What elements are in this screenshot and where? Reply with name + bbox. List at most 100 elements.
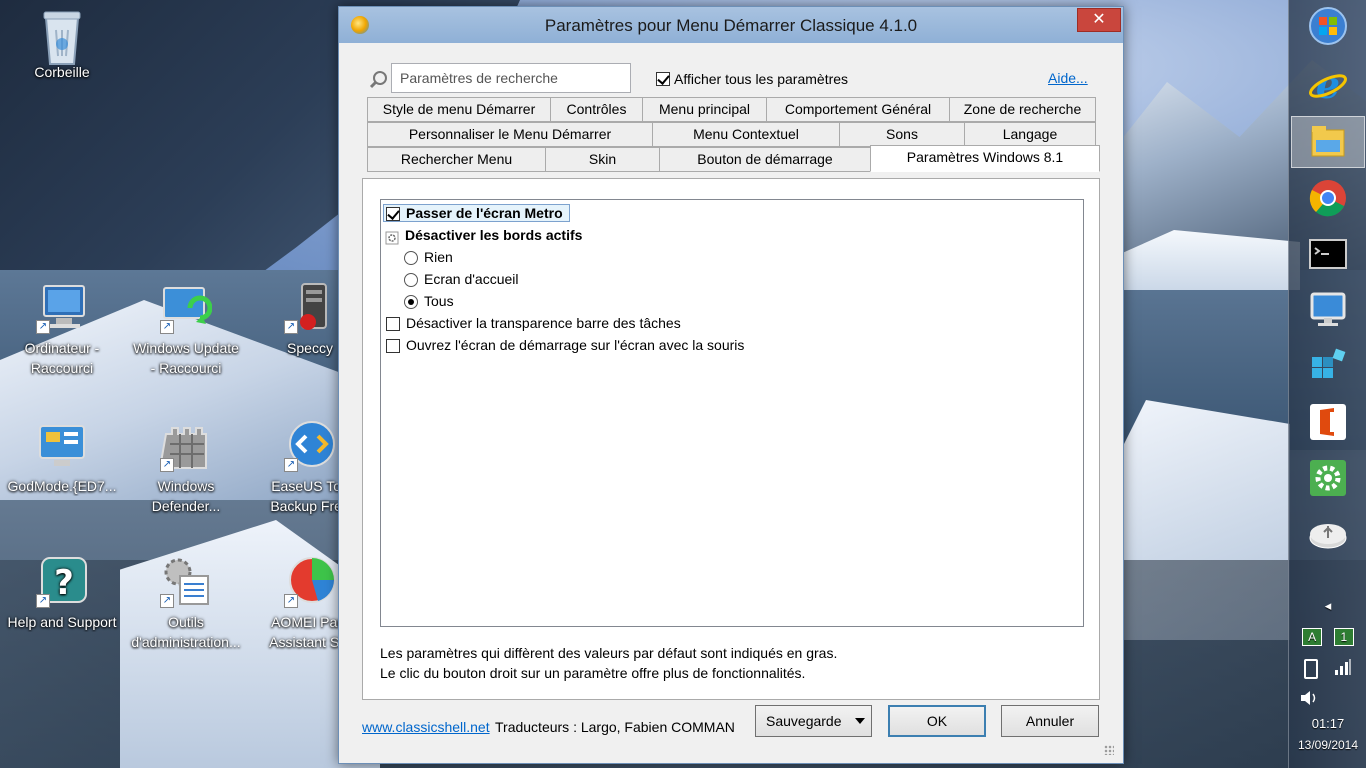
desktop-icon-godmode[interactable]: GodMode.{ED7... [0,420,124,496]
desktop-icon-windows-update[interactable]: ↗ Windows Update - Raccourci [124,282,248,378]
desktop-icon-label: GodMode.{ED7... [7,478,117,494]
internet-explorer-icon[interactable]: e [1308,62,1348,107]
search-input[interactable]: Paramètres de recherche [391,63,631,93]
volume-icon[interactable] [1289,688,1366,710]
tab-controls[interactable]: Contrôles [550,97,643,122]
setting-skip-metro[interactable]: Passer de l'écran Metro [383,202,570,224]
option-start-screen[interactable]: Ecran d'accueil [404,268,519,290]
option-label: Ecran d'accueil [424,271,519,287]
desktop-icon-label: d'administration... [131,634,241,650]
option-label: Rien [424,249,453,265]
radio-button-selected[interactable] [404,295,418,310]
help-link[interactable]: Aide... [1048,70,1088,86]
radio-button[interactable] [404,251,418,266]
desktop-icon-label: Windows [157,478,215,494]
tab-windows-81-settings[interactable]: Paramètres Windows 8.1 [870,145,1100,172]
signal-icon[interactable] [1334,658,1352,679]
cancel-button[interactable]: Annuler [1001,705,1099,737]
windows-update-icon: ↗ [160,282,213,334]
office-icon[interactable] [1308,402,1348,442]
settings-gear-icon[interactable] [1308,458,1348,498]
option-all[interactable]: Tous [404,290,454,312]
chrome-icon[interactable] [1308,178,1348,218]
tab-general-behavior[interactable]: Comportement Général [766,97,950,122]
clock-time[interactable]: 01:17 [1289,716,1366,731]
shortcut-arrow-icon: ↗ [160,320,174,334]
tab-skin[interactable]: Skin [545,147,660,172]
chevron-down-icon [855,718,865,724]
tab-search-box[interactable]: Zone de recherche [949,97,1096,122]
desktop-icon-admin-tools[interactable]: ↗ Outils d'administration... [124,556,248,652]
translators-credit: Traducteurs : Largo, Fabien COMMAN [495,719,735,735]
battery-icon[interactable] [1304,658,1319,679]
usb-device-icon[interactable] [1308,514,1348,554]
desktop-icon-label: Ordinateur - [24,340,100,356]
setting-label: Désactiver les bords actifs [405,227,583,243]
tray-system-icons [1289,658,1366,680]
tab-start-button[interactable]: Bouton de démarrage [659,147,871,172]
desktop-icon-windows-defender[interactable]: ↗ Windows Defender... [124,420,248,516]
search-icon [369,70,389,90]
desktop-icon-label: Windows Update [133,340,239,356]
show-hidden-icons-button[interactable]: ◂ [1289,598,1366,614]
tab-customize-start-menu[interactable]: Personnaliser le Menu Démarrer [367,122,653,147]
registry-icon[interactable] [1308,346,1348,386]
setting-disable-hot-corners[interactable]: Désactiver les bords actifs [385,224,582,246]
title-bar[interactable]: Paramètres pour Menu Démarrer Classique … [339,7,1123,43]
desktop-icon-recycle-bin[interactable]: Corbeille [0,6,124,82]
desktop-icon-label: Defender... [151,498,221,514]
checkbox[interactable] [386,207,400,222]
note-right-click: Le clic du bouton droit sur un paramètre… [380,665,806,681]
setting-open-start-screen-mouse[interactable]: Ouvrez l'écran de démarrage sur l'écran … [386,334,744,356]
taskbar: e ◂ A 1 01:17 13/09/2014 [1288,0,1366,768]
option-none[interactable]: Rien [404,246,453,268]
backup-dropdown[interactable]: Sauvegarde [755,705,872,737]
shortcut-arrow-icon: ↗ [160,594,174,608]
tab-panel: Passer de l'écran Metro Désactiver les b… [362,178,1100,700]
desktop-icon-help-support[interactable]: ? ↗ Help and Support [0,556,124,632]
setting-label: Ouvrez l'écran de démarrage sur l'écran … [406,337,745,353]
desktop-icon-computer[interactable]: ↗ Ordinateur - Raccourci [0,282,124,378]
tab-language[interactable]: Langage [964,122,1096,147]
close-button[interactable]: ✕ [1077,8,1121,32]
speccy-icon: ↗ [284,282,336,334]
admin-tools-icon: ↗ [160,556,212,608]
computer-icon: ↗ [36,282,88,334]
dialog-client: Paramètres de recherche Afficher tous le… [347,43,1115,757]
shortcut-arrow-icon: ↗ [160,458,174,472]
radio-button[interactable] [404,273,418,288]
show-all-settings-checkbox[interactable]: Afficher tous les paramètres [656,70,848,87]
tab-context-menu[interactable]: Menu Contextuel [652,122,840,147]
option-label: Tous [424,293,454,309]
shortcut-arrow-icon: ↗ [36,594,50,608]
desktop-icon-label: Outils [168,614,204,630]
monitor-icon[interactable] [1308,290,1348,330]
tab-search-menu[interactable]: Rechercher Menu [367,147,546,172]
control-panel-icon [36,420,88,472]
classicshell-website-link[interactable]: www.classicshell.net [362,719,490,735]
setting-group-icon [385,229,399,245]
note-bold-defaults: Les paramètres qui diffèrent des valeurs… [380,645,838,661]
clock-date[interactable]: 13/09/2014 [1289,738,1366,752]
tab-main-menu[interactable]: Menu principal [642,97,767,122]
setting-label: Passer de l'écran Metro [406,205,563,221]
file-explorer-icon[interactable] [1308,122,1348,162]
settings-list: Passer de l'écran Metro Désactiver les b… [380,199,1084,627]
window-title: Paramètres pour Menu Démarrer Classique … [544,16,918,35]
resize-grip[interactable] [1104,745,1114,755]
checkbox[interactable] [656,72,670,87]
start-orb-icon[interactable] [1308,6,1348,46]
desktop-icon-label: - Raccourci [150,360,222,376]
tab-start-menu-style[interactable]: Style de menu Démarrer [367,97,551,122]
tab-sounds[interactable]: Sons [839,122,965,147]
shortcut-arrow-icon: ↗ [284,594,298,608]
ok-button[interactable]: OK [888,705,986,737]
shortcut-arrow-icon: ↗ [284,458,298,472]
command-prompt-icon[interactable] [1308,234,1348,274]
input-indicator-1[interactable]: 1 [1333,628,1354,646]
checkbox[interactable] [386,339,400,354]
setting-disable-taskbar-transparency[interactable]: Désactiver la transparence barre des tâc… [386,312,681,334]
checkbox[interactable] [386,317,400,332]
input-indicator-a[interactable]: A [1302,628,1323,646]
settings-dialog: Paramètres pour Menu Démarrer Classique … [338,6,1124,764]
